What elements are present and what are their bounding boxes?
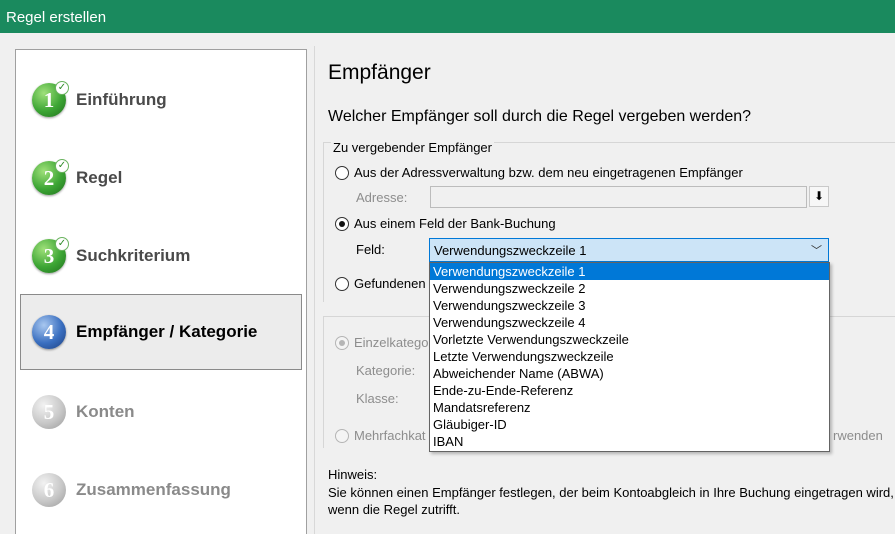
page-title: Empfänger — [328, 61, 431, 84]
class-label: Klasse: — [356, 391, 399, 406]
step-6-badge-icon: 6 — [32, 471, 70, 509]
radio-address[interactable]: Aus der Adressverwaltung bzw. dem neu ei… — [335, 165, 743, 180]
field-dropdown-list[interactable]: Verwendungszweckzeile 1 Verwendungszweck… — [429, 262, 830, 452]
step-3-badge-icon: 3 ✓ — [32, 237, 70, 275]
checkmark-icon: ✓ — [55, 237, 69, 251]
radio-icon[interactable] — [335, 428, 349, 443]
step-suchkriterium[interactable]: 3 ✓ Suchkriterium — [16, 218, 306, 294]
radio-icon[interactable] — [335, 335, 349, 350]
radio-single-category[interactable]: Einzelkatego — [335, 335, 428, 350]
dropdown-option[interactable]: Verwendungszweckzeile 3 — [430, 297, 829, 314]
checkmark-icon: ✓ — [55, 81, 69, 95]
radio-found-label: Gefundenen — [354, 276, 426, 291]
dropdown-option[interactable]: Gläubiger-ID — [430, 416, 829, 433]
step-2-badge-icon: 2 ✓ — [32, 159, 70, 197]
radio-icon[interactable] — [335, 216, 349, 231]
step-label: Empfänger / Kategorie — [76, 322, 258, 341]
step-label: Suchkriterium — [76, 246, 191, 265]
field-select[interactable]: Verwendungszweckzeile 1 ﹀ — [429, 238, 829, 262]
window-title: Regel erstellen — [0, 0, 895, 33]
dropdown-option[interactable]: Mandatsreferenz — [430, 399, 829, 416]
step-label: Regel — [76, 168, 123, 187]
dropdown-option[interactable]: Abweichender Name (ABWA) — [430, 365, 829, 382]
chevron-down-icon: ﹀ — [811, 245, 822, 257]
dropdown-option[interactable]: Verwendungszweckzeile 2 — [430, 280, 829, 297]
dropdown-option[interactable]: Vorletzte Verwendungszweckzeile — [430, 331, 829, 348]
dropdown-option[interactable]: Letzte Verwendungszweckzeile — [430, 348, 829, 365]
radio-icon[interactable] — [335, 276, 349, 291]
step-zusammenfassung[interactable]: 6 Zusammenfassung — [16, 452, 306, 528]
radio-bank-field[interactable]: Aus einem Feld der Bank-Buchung — [335, 216, 556, 231]
radio-found[interactable]: Gefundenen — [335, 276, 426, 291]
step-empfaenger-kategorie[interactable]: 4 Empfänger / Kategorie — [20, 294, 302, 370]
address-label: Adresse: — [356, 190, 408, 205]
radio-single-category-label: Einzelkatego — [354, 335, 429, 350]
radio-multi-category-label: Mehrfachkat — [354, 428, 426, 443]
dropdown-option[interactable]: Verwendungszweckzeile 4 — [430, 314, 829, 331]
field-select-value: Verwendungszweckzeile 1 — [434, 243, 587, 258]
multi-category-trailing-text: rwenden — [833, 428, 883, 443]
radio-icon[interactable] — [335, 165, 349, 180]
radio-address-label: Aus der Adressverwaltung bzw. dem neu ei… — [354, 165, 743, 180]
step-4-badge-icon: 4 — [32, 313, 70, 351]
radio-multi-category[interactable]: Mehrfachkat — [335, 428, 426, 443]
step-label: Einführung — [76, 90, 167, 109]
step-1-badge-icon: 1 ✓ — [32, 81, 70, 119]
step-einfuehrung[interactable]: 1 ✓ Einführung — [16, 62, 306, 138]
wizard-steps-panel: 1 ✓ Einführung 2 ✓ Regel 3 ✓ Suchkriteri… — [15, 49, 307, 534]
address-input[interactable] — [430, 186, 807, 208]
step-konten[interactable]: 5 Konten — [16, 374, 306, 450]
step-regel[interactable]: 2 ✓ Regel — [16, 140, 306, 216]
content-panel: Empfänger Welcher Empfänger soll durch d… — [314, 46, 895, 534]
checkmark-icon: ✓ — [55, 159, 69, 173]
radio-bank-field-label: Aus einem Feld der Bank-Buchung — [354, 216, 556, 231]
page-question: Welcher Empfänger soll durch die Regel v… — [328, 108, 752, 125]
groupbox-title: Zu vergebender Empfänger — [331, 140, 494, 155]
step-label: Zusammenfassung — [76, 480, 231, 499]
hint-title: Hinweis: — [328, 467, 378, 482]
dropdown-option[interactable]: IBAN — [430, 433, 829, 450]
step-label: Konten — [76, 402, 135, 421]
download-arrow-icon[interactable]: ⬇ — [809, 186, 829, 207]
dropdown-option[interactable]: Verwendungszweckzeile 1 — [430, 263, 829, 280]
hint-text: Sie können einen Empfänger festlegen, de… — [328, 485, 894, 517]
dropdown-option[interactable]: Ende-zu-Ende-Referenz — [430, 382, 829, 399]
field-label: Feld: — [356, 242, 385, 257]
step-5-badge-icon: 5 — [32, 393, 70, 431]
category-label: Kategorie: — [356, 363, 416, 378]
